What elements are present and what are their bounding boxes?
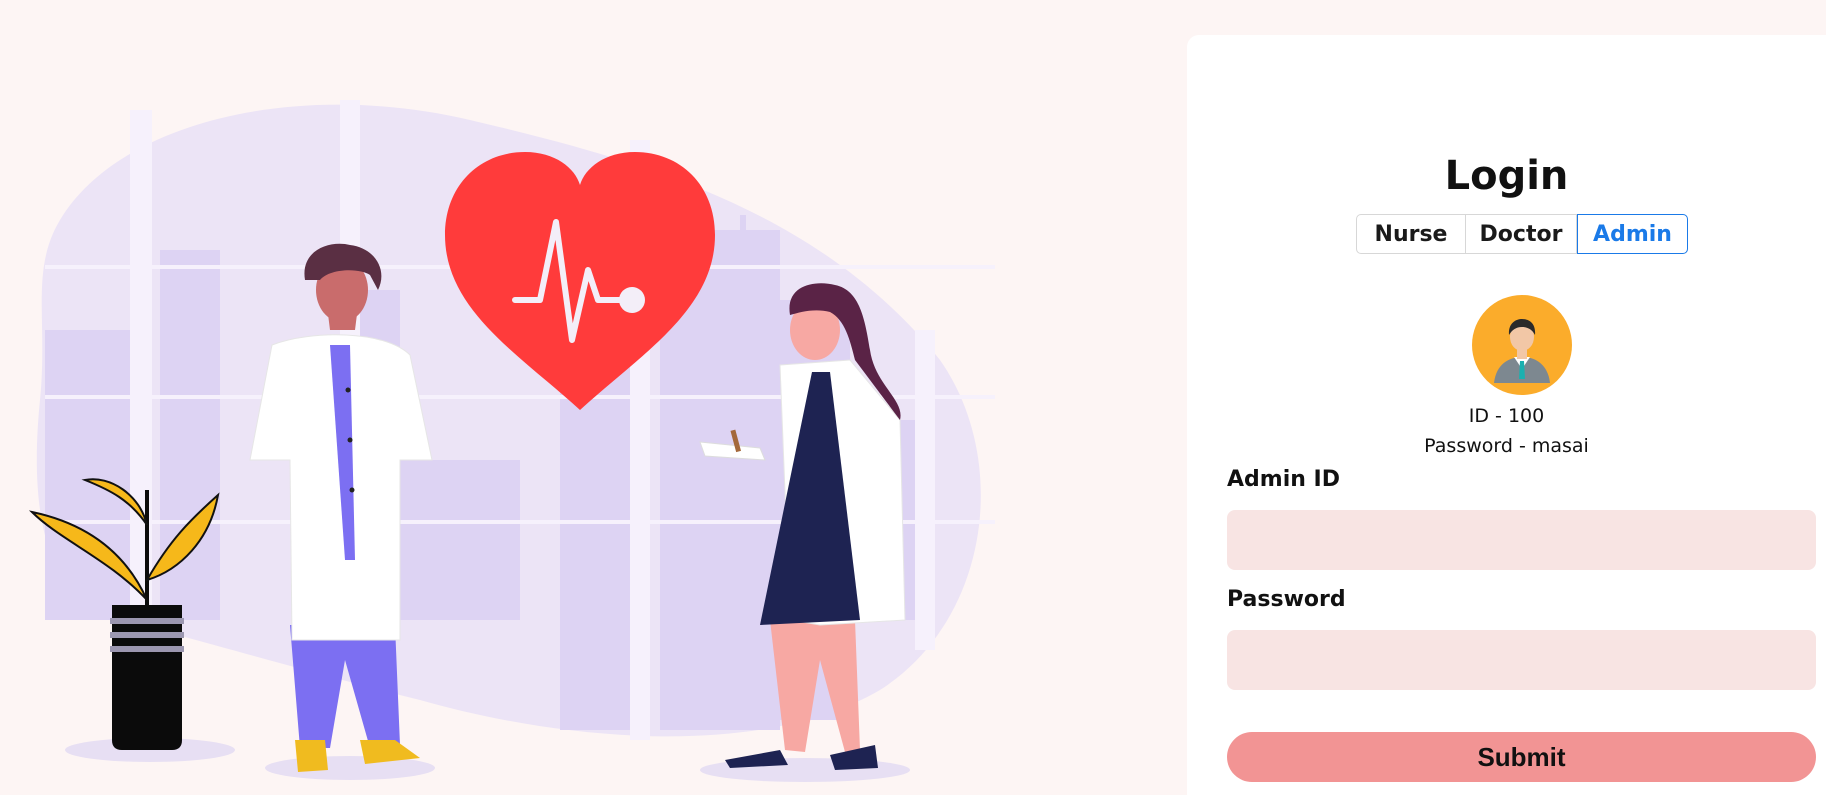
- admin-id-input[interactable]: [1227, 510, 1816, 570]
- role-tabs: Nurse Doctor Admin: [1356, 214, 1688, 254]
- demo-id-text: ID - 100: [1468, 405, 1545, 427]
- tab-admin[interactable]: Admin: [1577, 214, 1688, 254]
- password-label: Password: [1227, 587, 1346, 612]
- login-title: Login: [1444, 153, 1569, 199]
- tab-doctor[interactable]: Doctor: [1466, 214, 1577, 254]
- admin-avatar-icon: [1494, 319, 1550, 383]
- demo-password-text: Password - masai: [1424, 435, 1589, 457]
- admin-avatar: [1472, 295, 1572, 395]
- admin-id-label: Admin ID: [1227, 467, 1341, 492]
- medical-staff-illustration: [28, 100, 995, 782]
- submit-button[interactable]: Submit: [1227, 732, 1816, 782]
- password-input[interactable]: [1227, 630, 1816, 690]
- tab-nurse[interactable]: Nurse: [1356, 214, 1466, 254]
